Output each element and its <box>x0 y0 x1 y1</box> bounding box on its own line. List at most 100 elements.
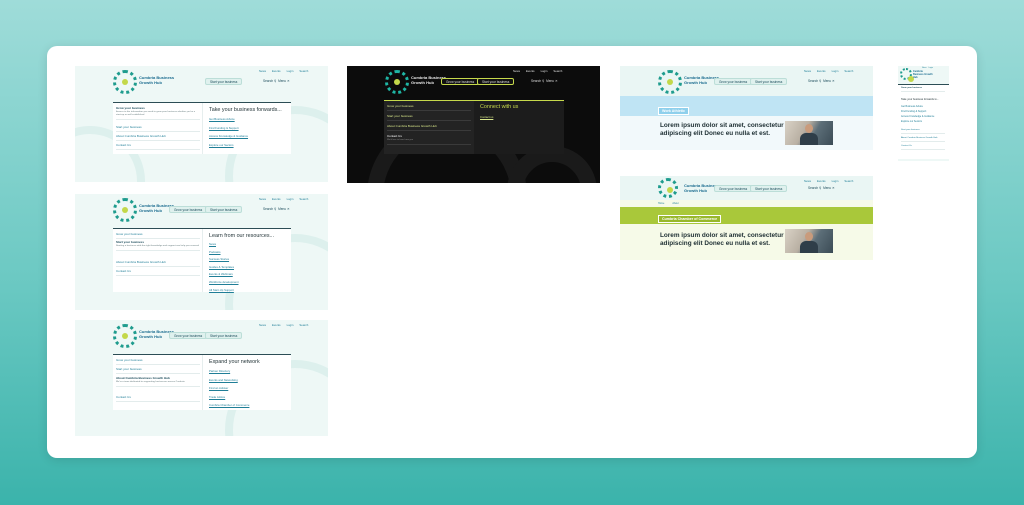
login-link[interactable]: Login <box>832 69 839 73</box>
search-link[interactable]: Search <box>553 69 562 73</box>
menu-link[interactable]: Podcasts <box>209 250 239 254</box>
search-button[interactable]: Search <box>808 79 818 83</box>
start-business-button[interactable]: Start your business <box>205 332 243 339</box>
menu-link[interactable]: Get Business Advice <box>901 105 923 108</box>
grow-business-button[interactable]: Grow your business <box>441 78 480 85</box>
menu-link[interactable]: Events & Webinars <box>209 272 239 276</box>
events-link[interactable]: Events <box>526 69 535 73</box>
menu-item-grow[interactable]: Grow your business Access to the informat… <box>116 106 200 120</box>
menu-link[interactable]: Access Knowledge & Guidance <box>901 115 934 118</box>
menu-button[interactable]: Menu <box>278 207 286 211</box>
cumbria-logo-icon[interactable] <box>658 178 678 198</box>
menu-title: Take your business forwards to... <box>901 98 939 101</box>
site-header: Cumbria Business Growth Hub Grow your bu… <box>75 320 328 352</box>
menu-link[interactable]: Find Funding & Support <box>209 126 248 130</box>
login-link[interactable]: Login <box>287 197 294 201</box>
menu-button[interactable]: Menu <box>823 186 831 190</box>
start-business-button[interactable]: Start your business <box>205 206 243 213</box>
start-business-button[interactable]: Start your business <box>750 185 788 192</box>
news-link[interactable]: News <box>259 69 266 73</box>
menu-link[interactable]: Access Knowledge & Guidance <box>209 134 248 138</box>
menu-item-start[interactable]: Start your business <box>116 125 200 132</box>
menu-link[interactable]: Events and Networking <box>209 378 249 382</box>
menu-item-grow[interactable]: Grow your business <box>116 358 200 365</box>
search-link[interactable]: Search <box>844 69 853 73</box>
news-link[interactable]: News <box>259 323 266 327</box>
login-link[interactable]: Login <box>287 323 294 327</box>
search-button[interactable]: Search <box>263 79 273 83</box>
menu-item-about[interactable]: About Cumbria Business Growth Hub <box>116 134 200 141</box>
login-link[interactable]: Login <box>832 179 839 183</box>
menu-item-grow[interactable]: Grow your business <box>387 104 471 111</box>
menu-item-start[interactable]: Start your business <box>116 367 200 374</box>
menu-link[interactable]: Find Funding & Support <box>901 110 926 113</box>
news-link[interactable]: News <box>804 179 811 183</box>
menu-item-about[interactable]: About Cumbria Business Growth Hub <box>116 260 200 267</box>
menu-item-grow[interactable]: Grow your business <box>901 87 945 92</box>
grow-business-button[interactable]: Grow your business <box>714 185 753 192</box>
menu-item-start[interactable]: Start your business <box>387 114 471 121</box>
cumbria-logo-icon[interactable] <box>113 324 137 348</box>
login-link[interactable]: Login <box>929 67 933 69</box>
search-link[interactable]: Search <box>299 197 308 201</box>
news-link[interactable]: News <box>804 69 811 73</box>
menu-item-start[interactable]: Start your business Starting a business w… <box>116 240 200 251</box>
menu-button[interactable]: Menu <box>546 79 554 83</box>
search-button[interactable]: Search <box>808 186 818 190</box>
menu-link[interactable]: Cumbria Chamber of Commerce <box>209 403 249 407</box>
login-link[interactable]: Login <box>287 69 294 73</box>
menu-item-start[interactable]: Start your business <box>901 129 945 134</box>
events-link[interactable]: Events <box>817 69 826 73</box>
menu-link[interactable]: Success Stories <box>209 257 239 261</box>
menu-link[interactable]: Workforce development <box>209 280 239 284</box>
events-link[interactable]: Events <box>272 323 281 327</box>
menu-link[interactable]: Partner Directory <box>209 369 249 373</box>
menu-button[interactable]: Menu <box>823 79 831 83</box>
search-button[interactable]: Search <box>263 207 273 211</box>
start-business-button[interactable]: Start your business <box>477 78 515 85</box>
search-link[interactable]: Search <box>299 69 308 73</box>
cumbria-logo-icon[interactable] <box>113 70 137 94</box>
search-button[interactable]: Search <box>531 79 541 83</box>
menu-item-contact[interactable]: Contact Us We'd love to hear from you <box>387 134 471 145</box>
grow-business-button[interactable]: Grow your business <box>169 332 208 339</box>
menu-item-about[interactable]: About Cumbria Business Growth Hub <box>901 137 945 142</box>
news-link[interactable]: News <box>513 69 520 73</box>
screenshot-dark-contact-menu: Cumbria Business Growth Hub Grow your bu… <box>347 66 600 183</box>
cumbria-logo-icon[interactable] <box>385 70 409 94</box>
news-link[interactable]: News <box>259 197 266 201</box>
cumbria-logo-icon[interactable] <box>113 198 137 222</box>
login-link[interactable]: Login <box>541 69 548 73</box>
menu-link[interactable]: Get Business Advice <box>209 117 248 121</box>
events-link[interactable]: Events <box>272 197 281 201</box>
menu-link[interactable]: Explore our Sectors <box>901 120 922 123</box>
menu-item-contact[interactable]: Contact Us <box>116 395 200 402</box>
grow-business-button[interactable]: Grow your business <box>169 206 208 213</box>
menu-link[interactable]: All Start-Up Support <box>209 288 239 292</box>
grow-business-button[interactable]: Grow your business <box>714 78 753 85</box>
breadcrumb-home[interactable]: Home <box>658 202 664 205</box>
news-link[interactable]: News <box>922 67 927 69</box>
menu-link[interactable]: Guides & Templates <box>209 265 239 269</box>
cumbria-logo-icon[interactable] <box>658 70 682 94</box>
search-link[interactable]: Search <box>299 323 308 327</box>
breadcrumb-about[interactable]: About <box>672 202 678 205</box>
menu-item-about[interactable]: About Cumbria Business Growth Hub We're a… <box>116 376 200 387</box>
menu-link[interactable]: Explore our Sectors <box>209 143 248 147</box>
menu-link[interactable]: Find an Adviser <box>209 386 249 390</box>
menu-item-contact[interactable]: Contact Us <box>116 269 200 276</box>
contact-us-link[interactable]: Contact us <box>480 115 493 119</box>
start-business-button[interactable]: Start your business <box>205 78 243 85</box>
start-business-button[interactable]: Start your business <box>750 78 788 85</box>
menu-button[interactable]: Menu <box>278 79 286 83</box>
menu-link[interactable]: News <box>209 242 239 246</box>
menu-item-about[interactable]: About Cumbria Business Growth Hub <box>387 124 471 131</box>
events-link[interactable]: Events <box>817 179 826 183</box>
cumbria-logo-icon[interactable] <box>900 68 914 82</box>
menu-item-contact[interactable]: Contact Us <box>901 145 945 150</box>
menu-link[interactable]: Trade Advice <box>209 395 249 399</box>
search-link[interactable]: Search <box>844 179 853 183</box>
menu-item-contact[interactable]: Contact Us <box>116 143 200 150</box>
events-link[interactable]: Events <box>272 69 281 73</box>
menu-item-grow[interactable]: Grow your business <box>116 232 200 239</box>
